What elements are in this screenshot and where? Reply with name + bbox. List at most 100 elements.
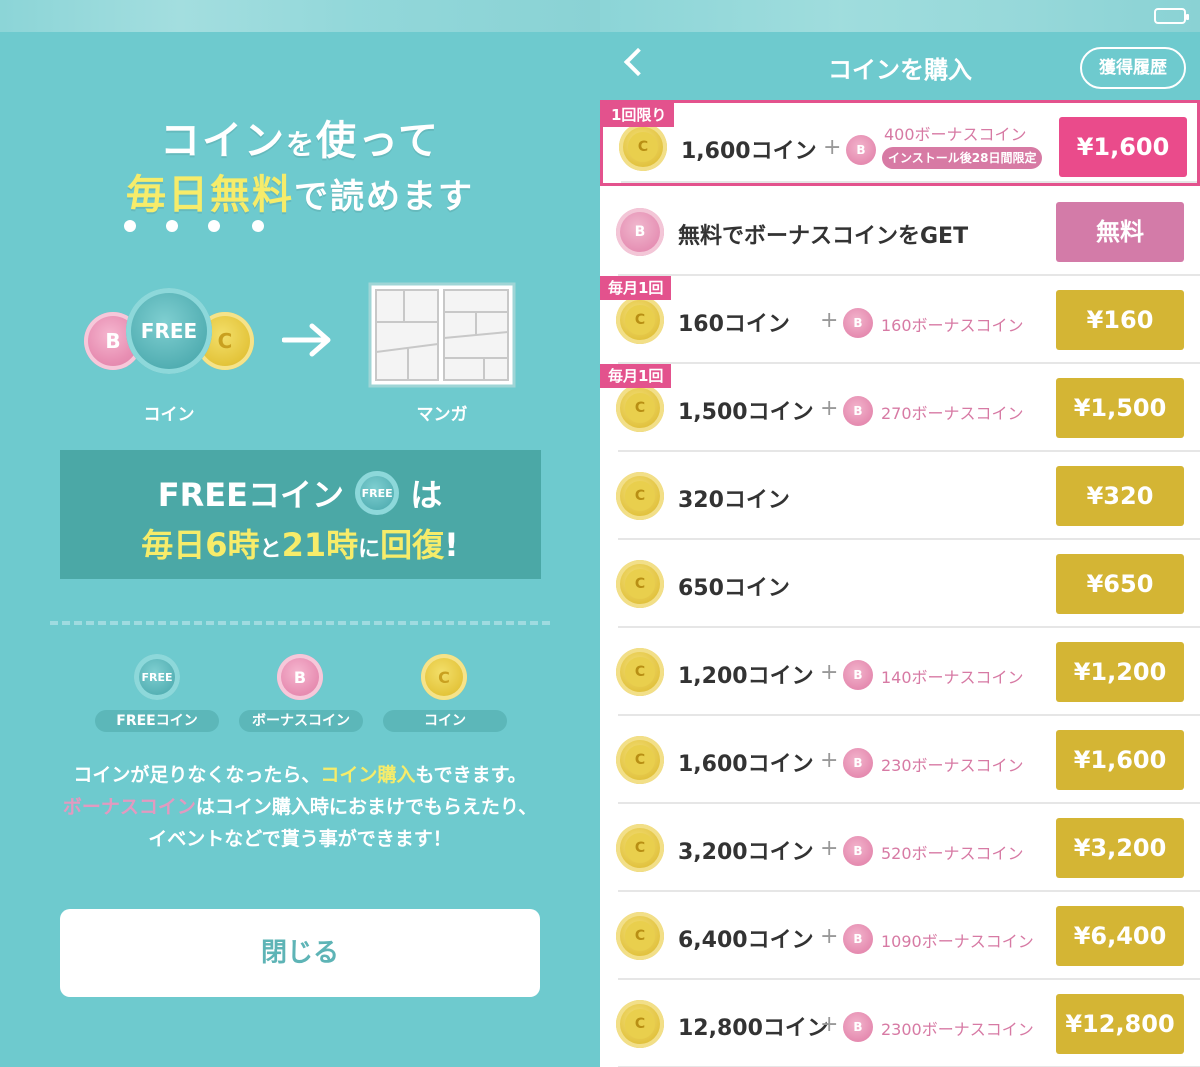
particle-wa: は bbox=[410, 476, 443, 514]
free-coin-small-icon: FREE bbox=[355, 471, 400, 515]
status-bar bbox=[600, 0, 1200, 32]
legend-bonus-coin-label: ボーナスコイン bbox=[239, 710, 363, 732]
history-button[interactable]: 獲得履歴 bbox=[1080, 47, 1186, 89]
coin-purchase-screen: コインを購入 獲得履歴 C 1,600コイン + B 400ボーナスコイン インストール後… bbox=[600, 0, 1200, 1067]
bonus-coin-small-icon: B bbox=[843, 836, 873, 866]
coin-product-row[interactable]: C 320コイン ¥320 bbox=[600, 452, 1200, 540]
coin-product-row[interactable]: C 6,400コイン + B 1090ボーナスコイン ¥6,400 bbox=[600, 892, 1200, 980]
bonus-amount: 400ボーナスコイン bbox=[884, 125, 1027, 144]
manga-caption: マンガ bbox=[416, 405, 468, 425]
coin-product-row[interactable]: C 160コイン + B 160ボーナスコイン ¥160 毎月1回 bbox=[600, 276, 1200, 364]
price-button[interactable]: ¥12,800 bbox=[1056, 994, 1184, 1054]
bonus-amount: 140ボーナスコイン bbox=[881, 668, 1024, 687]
coin-amount: 1,500コイン bbox=[678, 400, 814, 425]
bonus-amount: 270ボーナスコイン bbox=[881, 404, 1024, 423]
free-coin-icon: FREE bbox=[126, 288, 212, 374]
plus-icon: + bbox=[820, 924, 839, 949]
coin-icon: C bbox=[616, 912, 664, 960]
desc-text: はコイン購入時におまけでもらえたり、 bbox=[195, 796, 538, 818]
status-bar bbox=[0, 0, 600, 32]
hero-title-particle: を bbox=[285, 128, 316, 161]
coin-product-row[interactable]: C 1,600コイン + B 230ボーナスコイン ¥1,600 bbox=[600, 716, 1200, 804]
coin-icon: C bbox=[616, 736, 664, 784]
desc-highlight-bonus: ボーナスコイン bbox=[62, 796, 196, 818]
coin-amount: 無料でボーナスコインをGET bbox=[678, 224, 969, 249]
plus-icon: + bbox=[820, 660, 839, 685]
bonus-amount: 520ボーナスコイン bbox=[881, 844, 1024, 863]
price-button[interactable]: ¥6,400 bbox=[1056, 906, 1184, 966]
hero-title-readable: で読めます bbox=[294, 177, 474, 217]
price-button[interactable]: ¥650 bbox=[1056, 554, 1184, 614]
price-button[interactable]: ¥1,500 bbox=[1056, 378, 1184, 438]
coin-product-row[interactable]: C 650コイン ¥650 bbox=[600, 540, 1200, 628]
coin-icon: C bbox=[616, 472, 664, 520]
legend-bonus-coin-icon: B bbox=[277, 654, 323, 700]
plus-icon: + bbox=[820, 396, 839, 421]
price-button[interactable]: ¥160 bbox=[1056, 290, 1184, 350]
bonus-amount: 230ボーナスコイン bbox=[881, 756, 1024, 775]
coin-amount: 3,200コイン bbox=[678, 840, 814, 865]
coin-icon: C bbox=[616, 296, 664, 344]
decorative-dots bbox=[118, 220, 278, 234]
limit-ribbon: 毎月1回 bbox=[600, 276, 672, 300]
coin-icon: C bbox=[616, 648, 664, 696]
row-separator bbox=[621, 181, 1197, 183]
bonus-coin-small-icon: B bbox=[843, 396, 873, 426]
plus-icon: + bbox=[823, 135, 842, 160]
price-button[interactable]: 無料 bbox=[1056, 202, 1184, 262]
coin-icon: C bbox=[616, 560, 664, 608]
coin-icon: C bbox=[616, 824, 664, 872]
legend-coin-icon: C bbox=[421, 654, 467, 700]
bonus-amount: 2300ボーナスコイン bbox=[881, 1020, 1034, 1039]
coin-amount: 320コイン bbox=[678, 488, 790, 513]
plus-icon: + bbox=[820, 1012, 839, 1037]
bonus-amount: 1090ボーナスコイン bbox=[881, 932, 1034, 951]
coin-product-row[interactable]: C 3,200コイン + B 520ボーナスコイン ¥3,200 bbox=[600, 804, 1200, 892]
price-button[interactable]: ¥1,600 bbox=[1059, 117, 1187, 177]
recovery-line1: FREEコイン FREE は bbox=[0, 470, 600, 519]
coin-amount: 160コイン bbox=[678, 312, 790, 337]
coin-icon: C bbox=[619, 123, 667, 171]
plus-icon: + bbox=[820, 308, 839, 333]
coin-amount: 1,600コイン bbox=[678, 752, 814, 777]
limit-ribbon: 毎月1回 bbox=[600, 364, 672, 388]
close-button[interactable]: 閉じる bbox=[60, 909, 540, 997]
coin-product-row[interactable]: C 1,500コイン + B 270ボーナスコイン ¥1,500 毎月1回 bbox=[600, 364, 1200, 452]
coin-amount: 1,600コイン bbox=[681, 139, 817, 164]
battery-icon bbox=[1154, 8, 1189, 24]
coin-product-row[interactable]: B 無料でボーナスコインをGET 無料 bbox=[600, 188, 1200, 276]
hero-title-free-daily: 毎日無料 bbox=[126, 172, 294, 218]
exclaim: ! bbox=[444, 526, 459, 564]
bonus-coin-small-icon: B bbox=[843, 748, 873, 778]
price-button[interactable]: ¥1,600 bbox=[1056, 730, 1184, 790]
manga-page-icon bbox=[368, 282, 516, 388]
divider bbox=[50, 621, 550, 625]
coin-icon: C bbox=[616, 384, 664, 432]
recover-text: 回復 bbox=[380, 526, 445, 564]
plus-icon: + bbox=[820, 748, 839, 773]
bonus-coin-small-icon: B bbox=[846, 135, 876, 165]
price-button[interactable]: ¥320 bbox=[1056, 466, 1184, 526]
coin-amount: 1,200コイン bbox=[678, 664, 814, 689]
bonus-coin-small-icon: B bbox=[843, 924, 873, 954]
price-button[interactable]: ¥1,200 bbox=[1056, 642, 1184, 702]
time-21: 21時 bbox=[281, 526, 359, 564]
recovery-line2: 毎日6時と21時に回復! bbox=[0, 520, 600, 566]
price-button[interactable]: ¥3,200 bbox=[1056, 818, 1184, 878]
description-line1: コインが足りなくなったら、コイン購入もできます。 bbox=[0, 760, 600, 787]
bonus-coin-small-icon: B bbox=[843, 308, 873, 338]
limited-note-badge: インストール後28日間限定 bbox=[882, 147, 1043, 169]
coin-product-row[interactable]: C 1,600コイン + B 400ボーナスコイン インストール後28日間限定 ¥1,600… bbox=[600, 100, 1200, 186]
desc-highlight-purchase: コイン購入 bbox=[320, 764, 416, 786]
coin-product-row[interactable]: C 12,800コイン + B 2300ボーナスコイン ¥12,800 bbox=[600, 980, 1200, 1067]
coin-amount: 6,400コイン bbox=[678, 928, 814, 953]
arrow-right-icon bbox=[282, 323, 331, 357]
hero-title-line1: コインを使って bbox=[0, 108, 600, 166]
hero-title-line2: 毎日無料で読めます bbox=[0, 162, 600, 220]
coin-product-row[interactable]: C 1,200コイン + B 140ボーナスコイン ¥1,200 bbox=[600, 628, 1200, 716]
particle-ni: に bbox=[358, 537, 381, 562]
particle-to: と bbox=[259, 537, 282, 562]
coin-amount: 12,800コイン bbox=[678, 1016, 829, 1041]
desc-text: コインが足りなくなったら、 bbox=[73, 764, 321, 786]
legend-coin-label: コイン bbox=[383, 710, 507, 732]
